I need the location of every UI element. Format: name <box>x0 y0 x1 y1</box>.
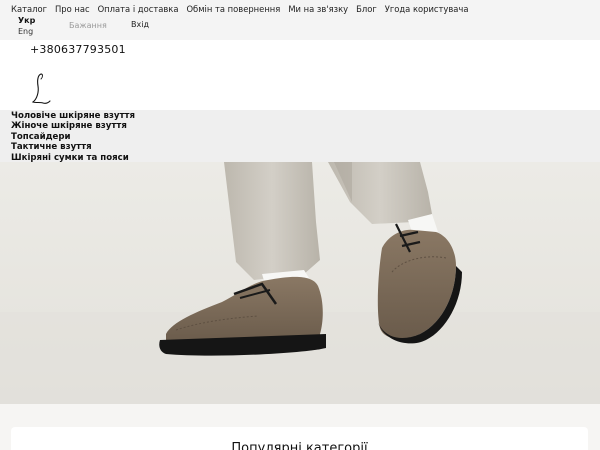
hero-banner[interactable] <box>0 162 600 404</box>
header-contact-area: +380637793501 <box>0 40 600 110</box>
script-l-logo-icon[interactable] <box>30 72 52 106</box>
language-switcher: Укр Eng <box>18 15 35 37</box>
nav-link-catalog[interactable]: Каталог <box>11 4 47 14</box>
category-men-leather-shoes[interactable]: Чоловіче шкіряне взуття <box>11 111 135 121</box>
page: Каталог Про нас Оплата і доставка Обмін … <box>0 0 600 450</box>
popular-categories-section: Популярні категорії <box>0 404 600 450</box>
top-navigation: Каталог Про нас Оплата і доставка Обмін … <box>0 0 600 40</box>
language-eng[interactable]: Eng <box>18 26 35 37</box>
nav-link-contacts[interactable]: Ми на зв'язку <box>288 4 348 14</box>
popular-categories-card: Популярні категорії <box>11 427 588 450</box>
category-topsiders[interactable]: Топсайдери <box>11 132 135 142</box>
phone-number[interactable]: +380637793501 <box>30 43 126 56</box>
nav-link-about[interactable]: Про нас <box>55 4 90 14</box>
category-women-leather-shoes[interactable]: Жіноче шкіряне взуття <box>11 121 135 131</box>
nav-link-user-agreement[interactable]: Угода користувача <box>385 4 469 14</box>
login-link[interactable]: Вхід <box>131 20 149 29</box>
nav-link-exchange-return[interactable]: Обмін та повернення <box>186 4 280 14</box>
popular-categories-title: Популярні категорії <box>231 441 368 450</box>
nav-link-blog[interactable]: Блог <box>356 4 377 14</box>
nav-link-payment-delivery[interactable]: Оплата і доставка <box>98 4 179 14</box>
wishlist-link[interactable]: Бажання <box>69 21 107 30</box>
hero-shoes-illustration <box>0 162 600 404</box>
language-ukr[interactable]: Укр <box>18 15 35 26</box>
top-nav-links: Каталог Про нас Оплата і доставка Обмін … <box>11 4 477 14</box>
category-menu: Чоловіче шкіряне взуття Жіноче шкіряне в… <box>0 110 600 163</box>
category-tactical-shoes[interactable]: Тактичне взуття <box>11 142 135 152</box>
